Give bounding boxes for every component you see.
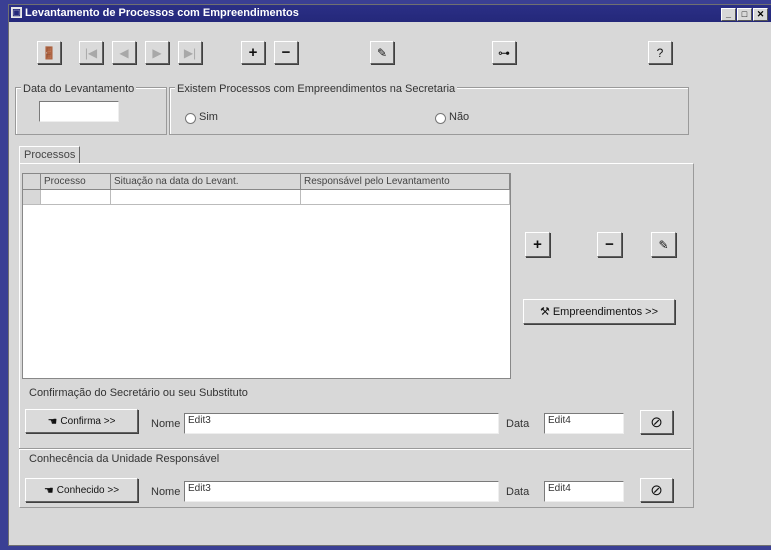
previous-icon: ◀ [119,45,129,60]
aware-button[interactable]: ☚ Conhecido >> [25,478,138,502]
empreendimentos-button[interactable]: ⚒ Empreendimentos >> [523,299,675,324]
key-icon: ⊶ [498,45,510,60]
aware-button-label: Conhecido >> [56,484,120,496]
exit-button[interactable]: 🚪 [37,41,61,64]
edit-process-button[interactable]: ✎ [651,232,676,257]
title-bar[interactable]: ▣ Levantamento de Processos com Empreend… [9,5,771,22]
last-icon: ▶| [183,45,197,60]
cancel-icon: ⊘ [650,414,663,431]
add-record-button[interactable]: + [241,41,265,64]
aware-name-label: Nome [151,486,181,498]
confirm-section-label: Confirmação do Secretário ou seu Substit… [29,387,248,399]
window-title: Levantamento de Processos com Empreendim… [25,7,299,19]
survey-date-field[interactable] [39,101,119,122]
help-button[interactable]: ? [648,41,672,64]
plus-icon: + [248,44,258,61]
edit-record-button[interactable]: ✎ [370,41,394,64]
plus-icon: + [533,236,542,253]
row-indicator[interactable] [23,190,41,205]
tab-processos[interactable]: Processos [19,146,81,164]
grid-corner [23,174,41,190]
empreendimentos-label: Empreendimentos >> [552,305,659,318]
edit-icon: ✎ [658,237,669,252]
confirm-name-field[interactable]: Edit3 [184,413,499,434]
minimize-button[interactable]: _ [721,8,736,21]
column-header-processo[interactable]: Processo [41,174,111,190]
column-header-situacao[interactable]: Situação na data do Levant. [111,174,301,190]
aware-section-label: Conhecência da Unidade Responsável [29,453,220,465]
remove-process-button[interactable]: − [597,232,622,257]
section-divider [19,448,691,450]
grid-cell-situacao[interactable] [111,190,301,205]
delete-record-button[interactable]: − [274,41,298,64]
previous-record-button[interactable]: ◀ [112,41,136,64]
close-button[interactable]: ✕ [753,8,768,21]
yes-label: Sim [199,111,218,123]
maximize-button[interactable]: □ [737,8,752,21]
next-record-button[interactable]: ▶ [145,41,169,64]
help-icon: ? [656,45,664,60]
minus-icon: − [605,236,614,253]
confirm-button[interactable]: ☚ Confirma >> [25,409,138,433]
next-icon: ▶ [152,45,162,60]
confirm-date-label: Data [506,418,530,430]
hand-icon: ☚ [43,484,54,497]
key-button[interactable]: ⊶ [492,41,516,64]
edit-icon: ✎ [376,45,388,60]
yes-radio[interactable] [185,113,196,124]
add-process-button[interactable]: + [525,232,550,257]
last-record-button[interactable]: ▶| [178,41,202,64]
grid-cell-processo[interactable] [41,190,111,205]
aware-date-field[interactable]: Edit4 [544,481,624,502]
first-record-button[interactable]: |◀ [79,41,103,64]
hand-icon: ☚ [47,415,58,428]
app-icon: ▣ [11,7,22,18]
confirm-clear-button[interactable]: ⊘ [640,410,673,434]
first-icon: |◀ [84,45,98,60]
confirm-button-label: Confirma >> [60,415,116,427]
process-grid[interactable]: Processo Situação na data do Levant. Res… [22,173,511,379]
minus-icon: − [281,44,291,61]
aware-date-label: Data [506,486,530,498]
tab-processos-label: Processos [24,149,76,161]
column-header-responsavel[interactable]: Responsável pelo Levantamento [301,174,510,190]
question-label: Existem Processos com Empreendimentos na… [175,83,458,95]
aware-name-field[interactable]: Edit3 [184,481,499,502]
confirm-name-label: Nome [151,418,181,430]
grid-cell-responsavel[interactable] [301,190,510,205]
aware-clear-button[interactable]: ⊘ [640,478,673,502]
no-label: Não [449,111,470,123]
confirm-date-field[interactable]: Edit4 [544,413,624,434]
door-icon: 🚪 [41,45,57,60]
date-label: Data do Levantamento [21,83,137,95]
main-window: ▣ Levantamento de Processos com Empreend… [8,4,771,546]
cancel-icon: ⊘ [650,482,663,499]
no-radio[interactable] [435,113,446,124]
tools-icon: ⚒ [539,306,550,318]
